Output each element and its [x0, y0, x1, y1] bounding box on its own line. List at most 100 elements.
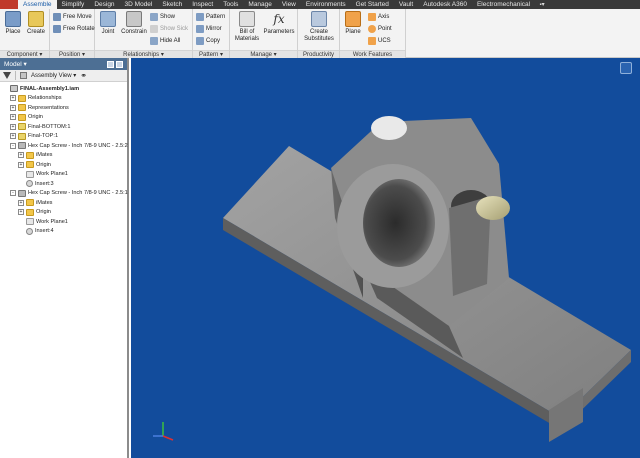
- tree-node[interactable]: - Hex Cap Screw - Inch 7/8-9 UNC - 2.5:1: [0, 189, 128, 199]
- tab-simplify[interactable]: Simplify: [57, 0, 90, 9]
- show-button[interactable]: Show: [150, 11, 175, 22]
- tree-node[interactable]: + iMates: [0, 198, 127, 208]
- viewcube-icon[interactable]: [620, 62, 632, 74]
- axis-button[interactable]: Axis: [368, 11, 389, 22]
- tree-node[interactable]: + Relationships: [0, 94, 127, 104]
- tree-node-label: Insert:3: [35, 180, 54, 187]
- tab-assemble[interactable]: Assemble: [18, 0, 57, 9]
- component-panel-label[interactable]: Component ▾: [0, 50, 49, 58]
- productivity-panel: Create Substitutes Productivity: [298, 9, 340, 58]
- place-button[interactable]: Place: [2, 11, 24, 36]
- tree-node[interactable]: Work Plane1: [0, 217, 127, 227]
- create-substitutes-button[interactable]: Create Substitutes: [302, 11, 336, 43]
- tree-node[interactable]: + iMates: [0, 151, 127, 161]
- tree-node[interactable]: + Representations: [0, 103, 127, 113]
- expand-toggle-icon[interactable]: +: [10, 104, 16, 111]
- tree-node[interactable]: FINAL-Assembly1.iam: [0, 84, 127, 94]
- file-menu-button[interactable]: [0, 0, 18, 9]
- ucs-label: UCS: [378, 37, 391, 44]
- tree-node[interactable]: + Origin: [0, 208, 127, 218]
- parameters-button[interactable]: fx Parameters: [262, 11, 296, 36]
- tab-design[interactable]: Design: [89, 0, 119, 9]
- pattern-button[interactable]: Pattern: [196, 11, 225, 22]
- pattern-panel-label[interactable]: Pattern ▾: [193, 50, 229, 58]
- show-label: Show: [160, 13, 176, 20]
- bore-hole: [363, 179, 435, 267]
- expand-toggle-icon[interactable]: +: [18, 152, 24, 159]
- tree-node[interactable]: + Origin: [0, 160, 127, 170]
- tree-node-label: Origin: [28, 114, 43, 121]
- expand-toggle-icon[interactable]: +: [10, 114, 16, 121]
- tab-manage[interactable]: Manage: [243, 0, 277, 9]
- tree-node[interactable]: Insert:4: [0, 227, 127, 237]
- expand-toggle-icon[interactable]: +: [18, 209, 24, 216]
- place-label: Place: [5, 29, 21, 35]
- pattern-label: Pattern: [206, 13, 226, 20]
- copy-icon: [196, 36, 204, 45]
- asm-icon: [10, 85, 18, 93]
- expand-toggle-icon[interactable]: -: [10, 142, 16, 149]
- tab-environments[interactable]: Environments: [301, 0, 351, 9]
- tree-node[interactable]: - Hex Cap Screw - Inch 7/8-9 UNC - 2.5:2: [0, 141, 128, 151]
- tab-electromechanical[interactable]: Electromechanical: [472, 0, 535, 9]
- filter-icon[interactable]: [3, 71, 11, 80]
- expand-toggle-icon[interactable]: -: [10, 190, 16, 197]
- plane-icon: [26, 218, 34, 226]
- copy-button[interactable]: Copy: [196, 35, 220, 46]
- pin-icon[interactable]: [116, 60, 123, 68]
- tree-node[interactable]: Insert:3: [0, 179, 127, 189]
- tab-autodesk-a360[interactable]: Autodesk A360: [418, 0, 472, 9]
- joint-button[interactable]: Joint: [97, 11, 119, 36]
- manage-panel-label[interactable]: Manage ▾: [230, 50, 297, 58]
- tab-sketch[interactable]: Sketch: [157, 0, 187, 9]
- view-mode-select[interactable]: Assembly View ▾: [31, 72, 76, 79]
- rotate-icon: [53, 24, 61, 33]
- add-tab-icon[interactable]: [107, 60, 114, 68]
- hide-all-icon: [150, 36, 158, 45]
- joint-label: Joint: [101, 29, 115, 35]
- hide-all-button[interactable]: Hide All: [150, 35, 180, 46]
- bolt-icon: [18, 142, 26, 150]
- mirror-label: Mirror: [206, 25, 222, 32]
- free-rotate-button[interactable]: Free Rotate: [53, 23, 95, 34]
- tab-view[interactable]: View: [277, 0, 301, 9]
- create-substitutes-label: Create Substitutes: [304, 29, 334, 42]
- tab-get-started[interactable]: Get Started: [351, 0, 394, 9]
- tab-overflow-icon[interactable]: ▪▾: [535, 1, 549, 8]
- binoculars-icon[interactable]: ⚭: [80, 71, 87, 80]
- mirror-icon: [196, 24, 204, 33]
- tab-tools[interactable]: Tools: [218, 0, 243, 9]
- mirror-button[interactable]: Mirror: [196, 23, 222, 34]
- expand-toggle-icon[interactable]: +: [10, 95, 16, 102]
- tree-node[interactable]: + Origin: [0, 113, 127, 123]
- productivity-panel-label: Productivity: [298, 50, 339, 58]
- expand-toggle-icon[interactable]: +: [18, 199, 24, 206]
- browser-title[interactable]: Model ▾: [4, 60, 27, 68]
- tab-vault[interactable]: Vault: [394, 0, 418, 9]
- free-move-button[interactable]: Free Move: [53, 11, 92, 22]
- tab-inspect[interactable]: Inspect: [187, 0, 218, 9]
- graphics-viewport[interactable]: [131, 58, 640, 458]
- plane-button[interactable]: Plane: [342, 11, 364, 36]
- create-button[interactable]: Create: [25, 11, 47, 36]
- relationships-panel-label[interactable]: Relationships ▾: [95, 50, 192, 58]
- expand-toggle-icon[interactable]: +: [10, 133, 16, 140]
- tree-node[interactable]: Work Plane1: [0, 170, 127, 180]
- ucs-button[interactable]: UCS: [368, 35, 391, 46]
- position-panel-label[interactable]: Position ▾: [50, 50, 94, 58]
- point-button[interactable]: Point: [368, 23, 392, 34]
- expand-toggle-icon[interactable]: +: [18, 161, 24, 168]
- folder-icon: [18, 113, 26, 121]
- ucs-icon: [368, 36, 376, 45]
- show-sick-button[interactable]: Show Sick: [150, 23, 188, 34]
- insert-icon: [26, 227, 33, 235]
- tab-3d-model[interactable]: 3D Model: [120, 0, 158, 9]
- constrain-button[interactable]: Constrain: [121, 11, 147, 36]
- tree-node[interactable]: + Final-BOTTOM:1: [0, 122, 127, 132]
- tree-node[interactable]: + Final-TOP:1: [0, 132, 127, 142]
- tree-node-label: Final-TOP:1: [28, 133, 59, 140]
- expand-toggle-icon[interactable]: +: [10, 123, 16, 130]
- show-icon: [150, 12, 158, 21]
- bill-of-materials-button[interactable]: Bill of Materials: [232, 11, 262, 43]
